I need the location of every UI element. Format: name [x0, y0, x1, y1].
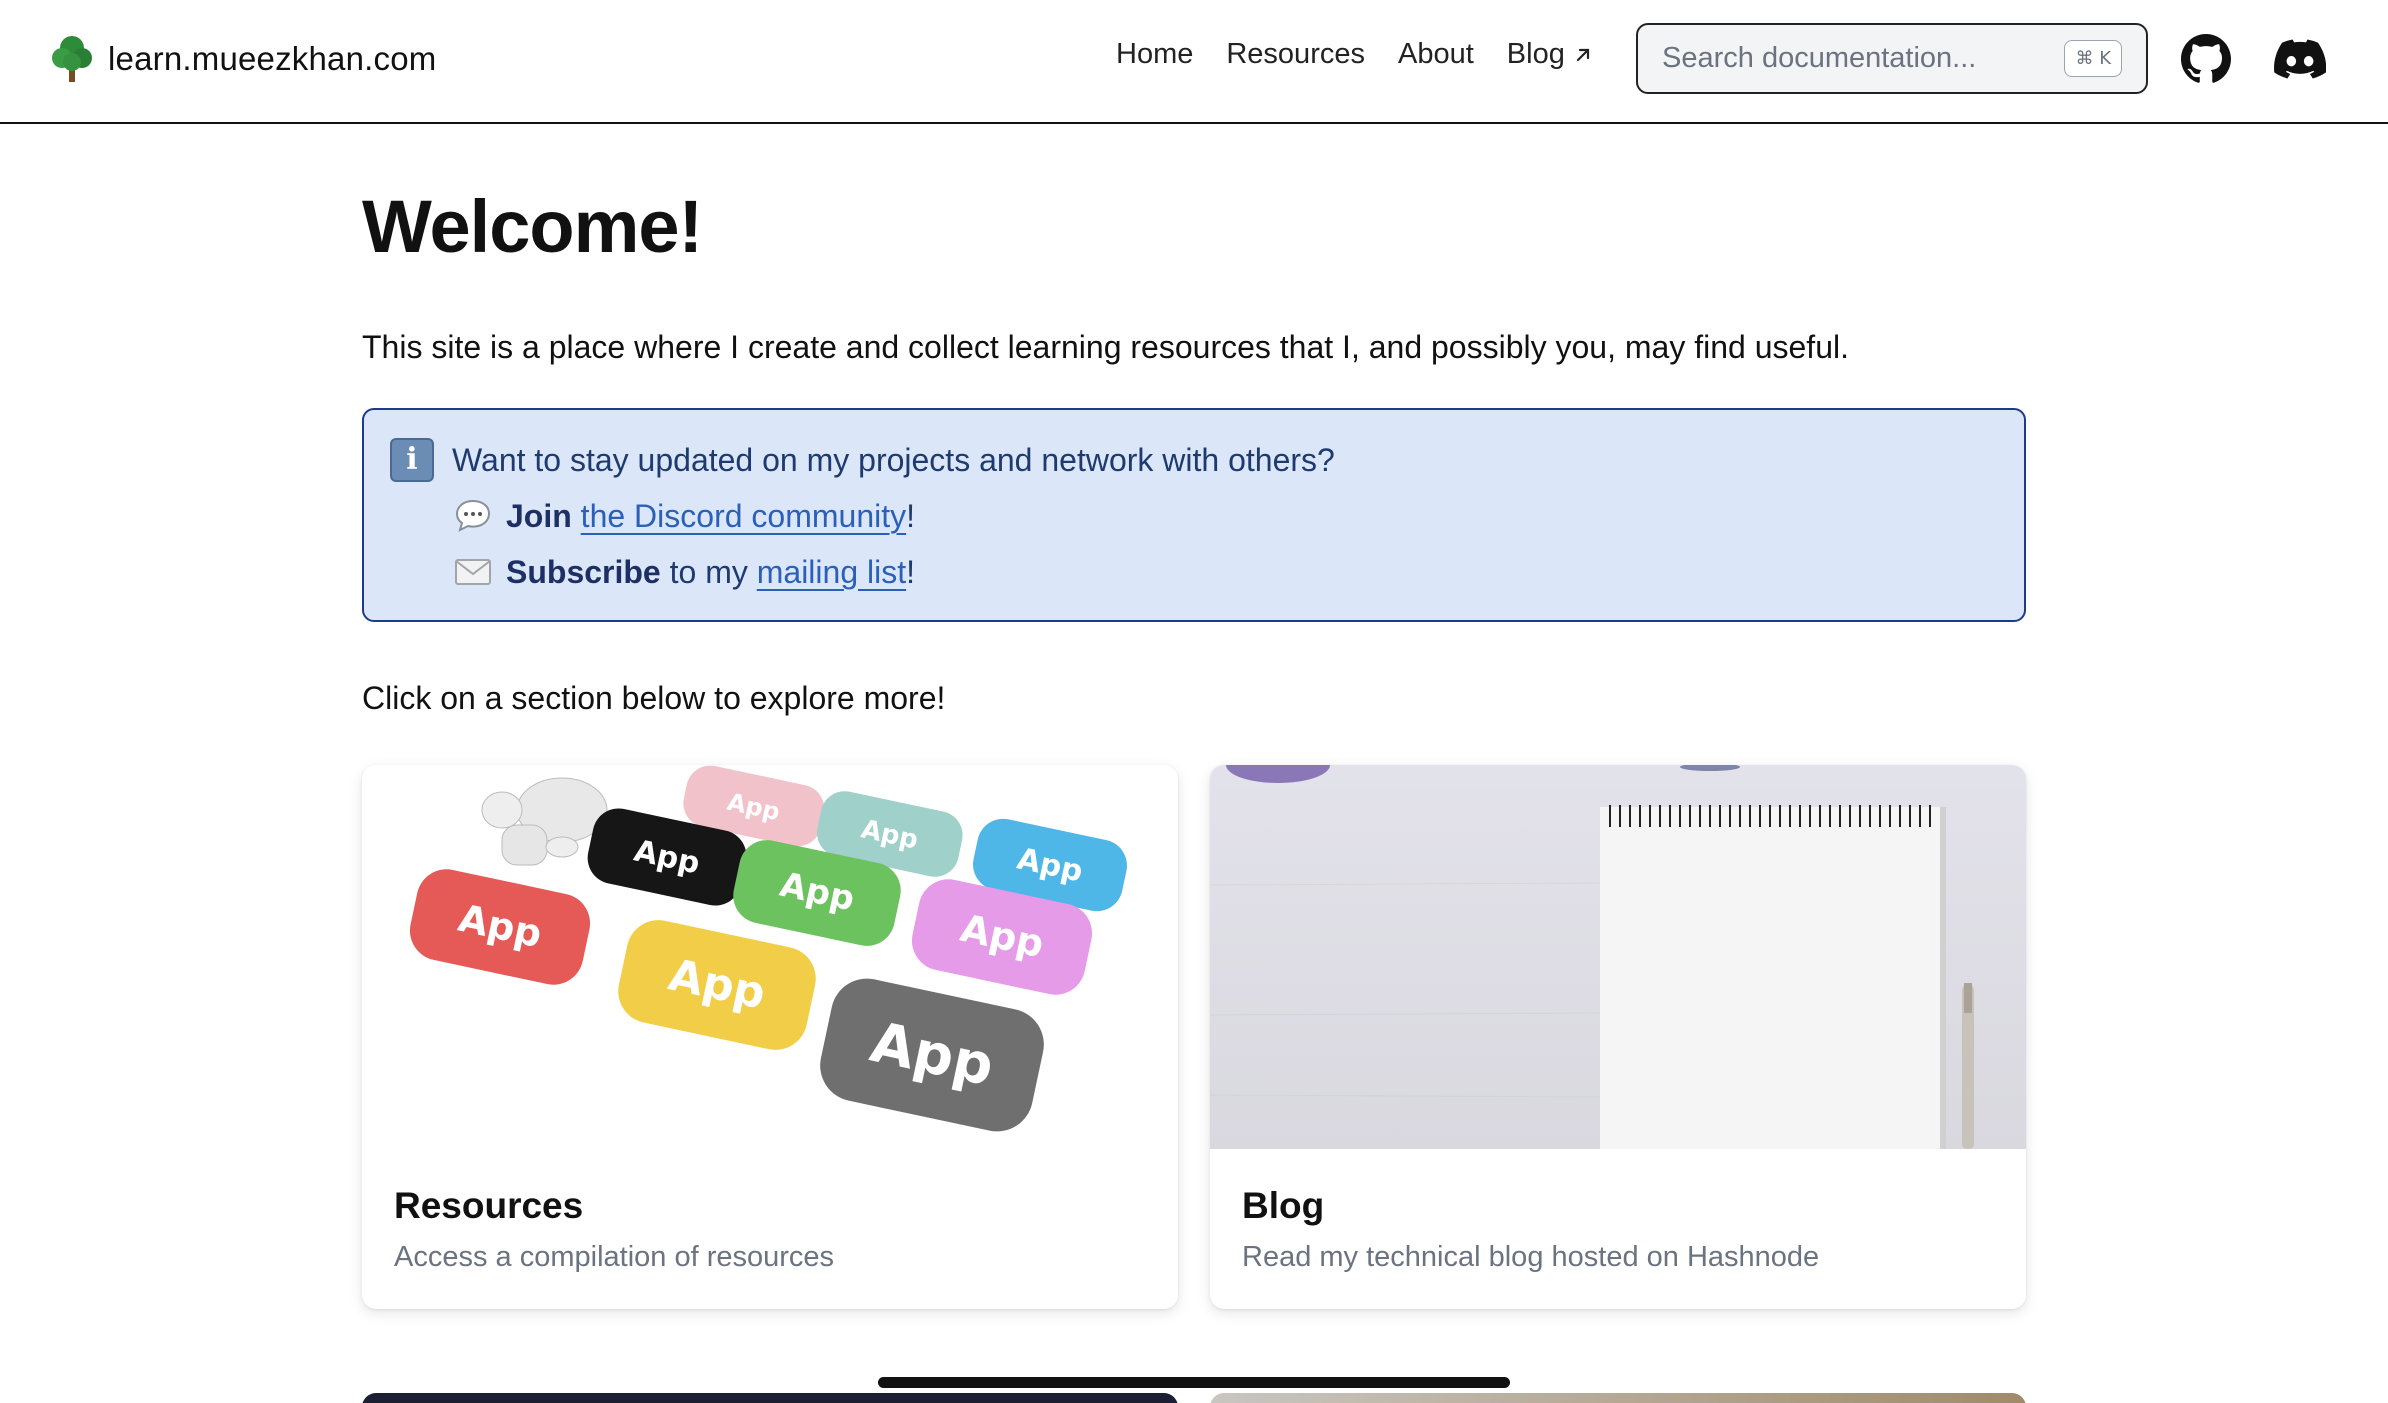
- nav-blog-link[interactable]: Blog: [1507, 38, 1593, 71]
- explore-text: Click on a section below to explore more…: [362, 680, 946, 716]
- tree-logo-icon: [50, 34, 94, 84]
- discord-community-link[interactable]: the Discord community: [581, 488, 906, 544]
- info-icon: i: [390, 438, 434, 482]
- brand-link[interactable]: learn.mueezkhan.com: [50, 34, 436, 84]
- intro-text: This site is a place where I create and …: [362, 329, 1849, 365]
- mail-exclaim: !: [906, 554, 915, 590]
- blog-card-title: Blog: [1242, 1185, 1325, 1226]
- resources-card[interactable]: App App App App App App App App App Reso…: [362, 765, 1178, 1309]
- search-shortcut-badge: ⌘ K: [2064, 40, 2122, 77]
- page-title: Welcome!: [362, 185, 703, 268]
- next-cards-row: [362, 1393, 2026, 1403]
- callout-discord-row: Join the Discord community!: [390, 488, 1998, 544]
- search-placeholder: Search documentation...: [1662, 42, 1977, 74]
- figure-illustration: [481, 777, 608, 866]
- brand-name: learn.mueezkhan.com: [108, 40, 437, 77]
- resources-card-description: Access a compilation of resources: [394, 1241, 835, 1273]
- search-input[interactable]: Search documentation... ⌘ K: [1636, 23, 2148, 94]
- mailing-list-link[interactable]: mailing list: [757, 544, 906, 600]
- blog-card-description: Read my technical blog hosted on Hashnod…: [1242, 1241, 1820, 1273]
- envelope-icon: [452, 558, 494, 586]
- main-content: Welcome! This site is a place where I cr…: [362, 124, 2026, 1309]
- home-indicator-bar: [878, 1377, 1510, 1388]
- next-card-left[interactable]: [362, 1393, 1178, 1403]
- speech-bubble-icon: [452, 498, 494, 534]
- callout-mail-row: Subscribe to my mailing list!: [390, 544, 1998, 600]
- nav-links: Home Resources About Blog: [1116, 38, 1593, 71]
- nav-about-link[interactable]: About: [1398, 38, 1474, 71]
- nav-blog-label: Blog: [1506, 38, 1565, 70]
- discord-exclaim: !: [906, 498, 915, 534]
- subscribe-label: Subscribe: [506, 554, 661, 590]
- info-callout: i Want to stay updated on my projects an…: [362, 408, 2026, 622]
- top-navbar: learn.mueezkhan.com Home Resources About…: [0, 0, 2388, 124]
- external-link-icon: [1576, 48, 1589, 61]
- to-my-text: to my: [660, 554, 757, 590]
- resources-card-image: App App App App App App App App App: [362, 765, 1178, 1149]
- callout-heading: Want to stay updated on my projects and …: [452, 442, 1335, 478]
- next-card-right[interactable]: [1210, 1393, 2026, 1403]
- blog-card-image: [1210, 765, 2026, 1149]
- github-icon[interactable]: [2180, 33, 2232, 85]
- callout-heading-row: i Want to stay updated on my projects an…: [390, 432, 1998, 488]
- join-label: Join: [506, 498, 572, 534]
- discord-icon[interactable]: [2274, 33, 2326, 85]
- section-cards: App App App App App App App App App Reso…: [362, 765, 2026, 1309]
- nav-home-link[interactable]: Home: [1116, 38, 1193, 71]
- nav-resources-link[interactable]: Resources: [1226, 38, 1365, 71]
- blog-card[interactable]: Blog Read my technical blog hosted on Ha…: [1210, 765, 2026, 1309]
- resources-card-title: Resources: [394, 1185, 584, 1226]
